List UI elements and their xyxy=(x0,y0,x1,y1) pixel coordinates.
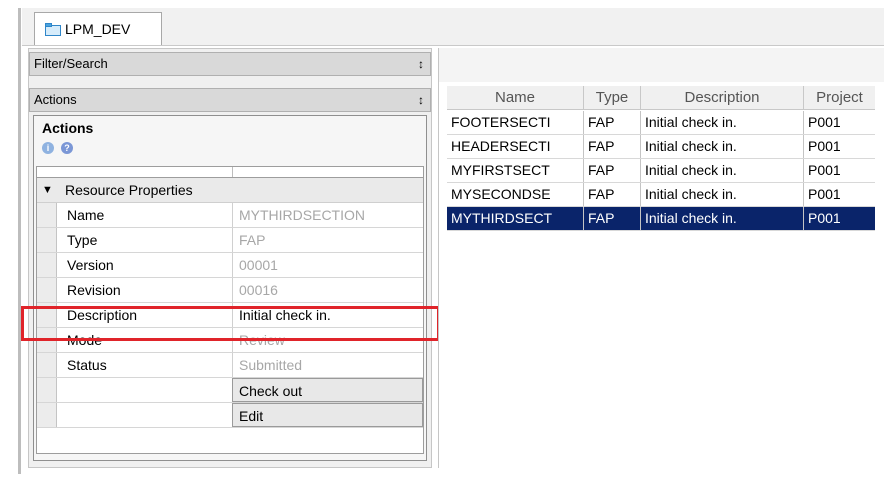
help-icon[interactable]: ? xyxy=(61,142,73,154)
status-highlight-box xyxy=(21,306,440,341)
right-pane: Name Type Description Project FOOTERSECT… xyxy=(438,48,884,468)
cell-type: FAP xyxy=(583,111,640,134)
resource-properties-header[interactable]: ▼ Resource Properties xyxy=(37,178,423,203)
status-value: Submitted xyxy=(232,353,423,377)
column-header-type[interactable]: Type xyxy=(583,86,640,110)
folder-icon xyxy=(45,23,61,36)
check-out-button[interactable]: Check out xyxy=(232,378,423,402)
row-gutter xyxy=(37,353,57,377)
cell-description: Initial check in. xyxy=(640,207,803,230)
cell-description: Initial check in. xyxy=(640,111,803,134)
column-header-name[interactable]: Name xyxy=(447,86,583,110)
property-value: MYTHIRDSECTION xyxy=(232,203,423,227)
property-label: Revision xyxy=(67,282,121,298)
property-value: 00001 xyxy=(232,253,423,277)
cell-type: FAP xyxy=(583,135,640,158)
table-row[interactable]: MYFIRSTSECT FAP Initial check in. P001 xyxy=(447,159,875,183)
tab-label: LPM_DEV xyxy=(65,21,131,37)
cell-name: MYSECONDSE xyxy=(451,186,551,202)
cell-project: P001 xyxy=(803,135,875,158)
actions-title: Actions xyxy=(42,120,94,136)
actions-header-label: Actions xyxy=(34,92,77,107)
property-row-type[interactable]: Type FAP xyxy=(37,228,423,253)
cell-type: FAP xyxy=(583,207,640,230)
cell-name: FOOTERSECTI xyxy=(451,114,551,130)
cell-project: P001 xyxy=(803,183,875,206)
row-gutter xyxy=(37,203,57,227)
property-value: FAP xyxy=(232,228,423,252)
info-icon[interactable]: i xyxy=(42,142,54,154)
filter-search-label: Filter/Search xyxy=(34,56,108,71)
property-value: 00016 xyxy=(232,278,423,302)
column-header-description[interactable]: Description xyxy=(640,86,803,110)
right-pane-toolbar xyxy=(439,48,884,82)
tab-strip: LPM_DEV xyxy=(22,8,884,46)
tab-lpm-dev[interactable]: LPM_DEV xyxy=(34,12,162,45)
cell-type: FAP xyxy=(583,159,640,182)
action-row-check-out: Check out xyxy=(37,378,423,403)
actions-panel: Actions i ? ▼ Resource Properties Name M… xyxy=(33,115,427,461)
property-label: Status xyxy=(67,357,107,373)
cell-type: FAP xyxy=(583,183,640,206)
property-row-name[interactable]: Name MYTHIRDSECTION xyxy=(37,203,423,228)
column-header-project[interactable]: Project xyxy=(803,86,875,110)
pin-icon[interactable]: ↕ xyxy=(418,89,424,111)
table-row[interactable]: HEADERSECTI FAP Initial check in. P001 xyxy=(447,135,875,159)
cell-project: P001 xyxy=(803,111,875,134)
row-gutter xyxy=(37,253,57,277)
row-gutter xyxy=(37,378,57,402)
property-row-version[interactable]: Version 00001 xyxy=(37,253,423,278)
cell-name: MYFIRSTSECT xyxy=(451,162,550,178)
property-row-revision[interactable]: Revision 00016 xyxy=(37,278,423,303)
actions-header[interactable]: Actions ↕ xyxy=(29,88,431,112)
row-gutter xyxy=(37,228,57,252)
section-label: Resource Properties xyxy=(65,182,193,198)
property-row-status[interactable]: Status Submitted xyxy=(37,353,423,378)
action-row-edit: Edit xyxy=(37,403,423,428)
edit-button[interactable]: Edit xyxy=(232,403,423,427)
cell-description: Initial check in. xyxy=(640,135,803,158)
cell-project: P001 xyxy=(803,159,875,182)
table-row[interactable]: MYSECONDSE FAP Initial check in. P001 xyxy=(447,183,875,207)
filter-search-header[interactable]: Filter/Search ↕ xyxy=(29,52,431,76)
table-row[interactable]: FOOTERSECTI FAP Initial check in. P001 xyxy=(447,111,875,135)
row-gutter xyxy=(37,403,57,427)
property-label: Name xyxy=(67,207,105,223)
property-label: Type xyxy=(67,232,98,248)
property-label: Version xyxy=(67,257,114,273)
collapse-triangle-icon[interactable]: ▼ xyxy=(42,178,53,202)
grid-divider xyxy=(232,167,233,177)
row-gutter xyxy=(37,278,57,302)
cell-name: MYTHIRDSECT xyxy=(451,210,553,226)
cell-description: Initial check in. xyxy=(640,159,803,182)
cell-name: HEADERSECTI xyxy=(451,138,551,154)
table-row-selected[interactable]: MYTHIRDSECT FAP Initial check in. P001 xyxy=(447,207,875,231)
left-pane: Filter/Search ↕ Actions ↕ Actions i ? ▼ … xyxy=(28,48,432,468)
pin-icon[interactable]: ↕ xyxy=(418,53,424,75)
cell-project: P001 xyxy=(803,207,875,230)
window-border xyxy=(18,8,21,474)
cell-description: Initial check in. xyxy=(640,183,803,206)
grid-header: Name Type Description Project xyxy=(447,86,875,110)
